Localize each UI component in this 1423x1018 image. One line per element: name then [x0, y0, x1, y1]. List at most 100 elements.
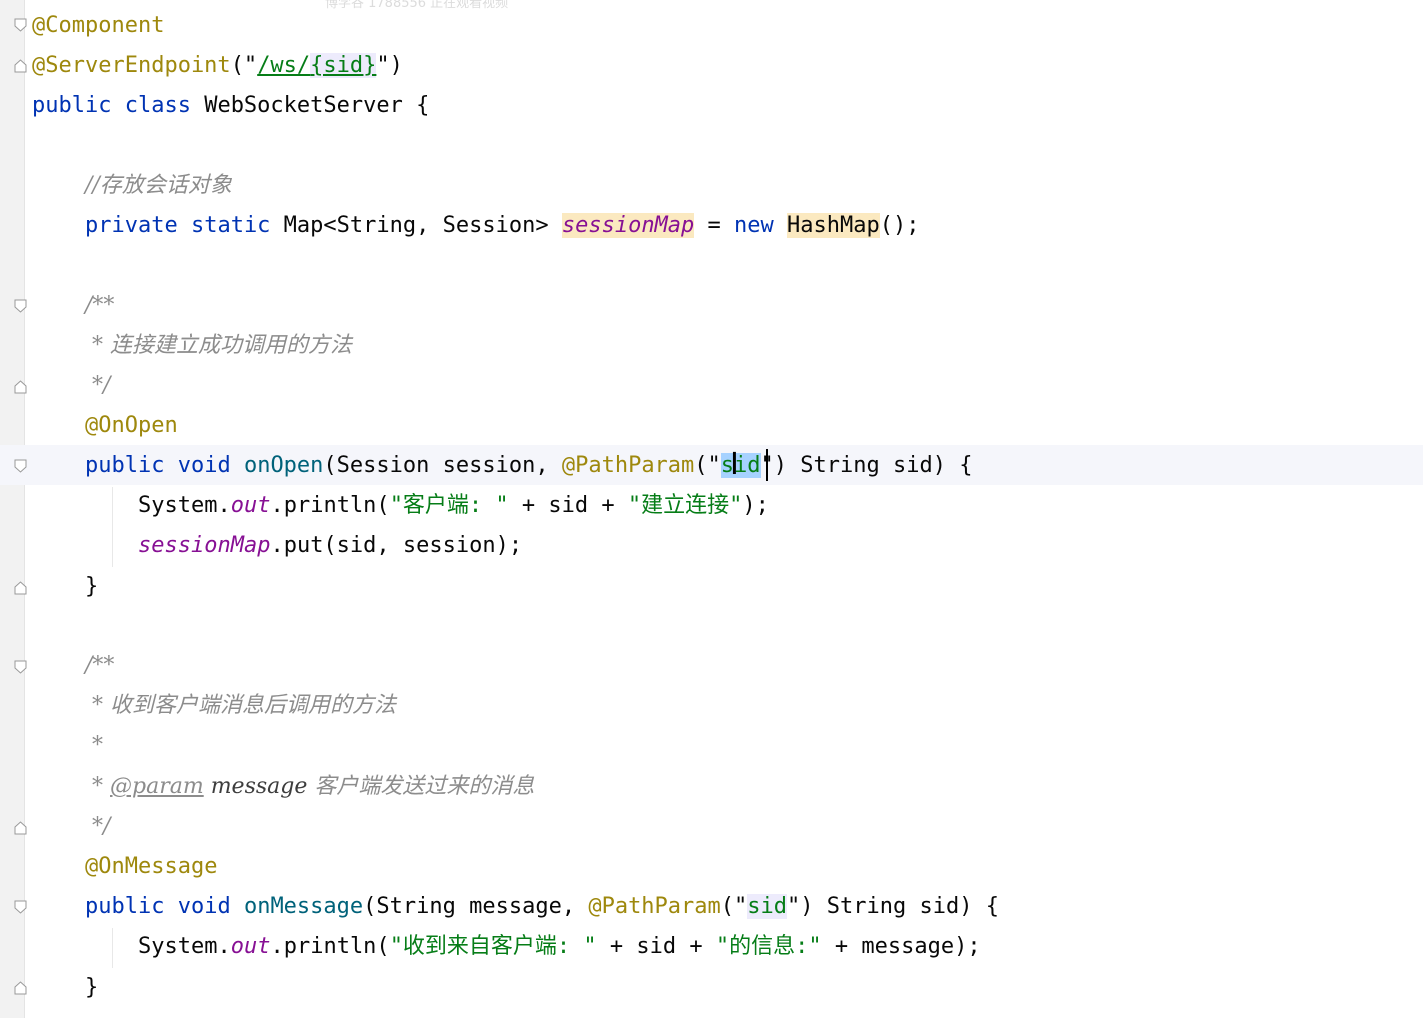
code-text: + message);: [821, 934, 981, 959]
method-name: onMessage: [230, 894, 364, 919]
text-caret: [766, 449, 768, 481]
code-line-8[interactable]: /**: [85, 286, 114, 326]
comment: 客户端发送过来的消息: [314, 774, 535, 799]
code-text: + sid +: [596, 934, 716, 959]
code-line-6[interactable]: private static Map<String, Session> sess…: [85, 206, 920, 246]
indent-guide: [112, 487, 113, 567]
code-line-10[interactable]: */: [85, 366, 110, 406]
code-text: =: [694, 213, 735, 238]
path-variable[interactable]: {sid}: [310, 53, 377, 78]
class-hashmap[interactable]: HashMap: [787, 213, 880, 238]
code-text: ();: [879, 213, 920, 238]
comment: //存放会话对象: [85, 173, 232, 198]
comment: */: [85, 814, 111, 839]
class-name: WebSocketServer {: [190, 93, 430, 118]
field-sessionmap: sessionMap: [138, 533, 271, 558]
annotation: @PathParam: [588, 894, 721, 919]
code-text: ") String sid) {: [787, 894, 999, 919]
code-line-15[interactable]: }: [85, 567, 98, 607]
string-literal: "客户端: ": [389, 493, 509, 518]
selected-text[interactable]: sid: [720, 453, 761, 478]
indent-guide: [112, 928, 113, 968]
code-line-14[interactable]: sessionMap.put(sid, session);: [138, 526, 522, 566]
code-text: .println(: [270, 493, 390, 518]
fold-expand-icon[interactable]: [14, 980, 27, 995]
fold-expand-icon[interactable]: [14, 379, 27, 394]
comment: /**: [85, 293, 115, 318]
comment: *: [85, 774, 110, 799]
url-string[interactable]: /ws/: [257, 53, 310, 78]
code-line-13[interactable]: System.out.println("客户端: " + sid + "建立连接…: [138, 486, 769, 526]
fold-expand-icon[interactable]: [14, 580, 27, 595]
code-line-9[interactable]: * 连接建立成功调用的方法: [85, 326, 352, 366]
fold-expand-icon[interactable]: [14, 820, 27, 835]
code-text: "): [376, 53, 403, 78]
string-literal: sid: [747, 894, 788, 919]
annotation: @PathParam: [561, 453, 695, 478]
code-line-19[interactable]: *: [85, 726, 103, 766]
code-text: (String message,: [363, 894, 589, 919]
code-text: .println(: [270, 934, 390, 959]
static-field: out: [230, 493, 271, 518]
code-text: (": [230, 53, 258, 78]
string-literal: "建立连接": [627, 493, 743, 518]
fold-collapse-icon[interactable]: [14, 660, 27, 675]
code-line-5[interactable]: //存放会话对象: [85, 166, 232, 206]
comment: * 收到客户端消息后调用的方法: [85, 693, 396, 718]
code-text: );: [742, 493, 769, 518]
method-name: onOpen: [230, 453, 324, 478]
fold-collapse-icon[interactable]: [14, 459, 27, 474]
code-line-2[interactable]: @ServerEndpoint("/ws/{sid}"): [32, 46, 403, 86]
code-text: + sid +: [508, 493, 628, 518]
code-text: System.: [138, 493, 231, 518]
ibeam-cursor-icon: I: [730, 447, 739, 482]
comment: */: [85, 373, 111, 398]
fold-collapse-icon[interactable]: [14, 299, 27, 314]
string-literal: "收到来自客户端: ": [389, 934, 597, 959]
code-text: Map<String, Session>: [270, 213, 562, 238]
code-text: System.: [138, 934, 231, 959]
fold-collapse-icon[interactable]: [14, 18, 27, 33]
annotation: @ServerEndpoint: [32, 53, 231, 78]
code-line-21[interactable]: */: [85, 807, 110, 847]
code-line-3[interactable]: public class WebSocketServer {: [32, 86, 429, 126]
comment: * 连接建立成功调用的方法: [85, 333, 352, 358]
keyword: private static: [85, 213, 271, 238]
comment: *: [85, 733, 103, 758]
annotation: @Component: [32, 13, 165, 38]
keyword: public void: [85, 453, 231, 478]
closing-brace: }: [85, 574, 99, 599]
code-line-20[interactable]: * @param message 客户端发送过来的消息: [85, 767, 534, 807]
code-text: (": [720, 894, 748, 919]
annotation: @OnMessage: [85, 854, 218, 879]
code-text: (": [694, 453, 721, 478]
code-line-24[interactable]: System.out.println("收到来自客户端: " + sid + "…: [138, 927, 981, 967]
field-sessionmap[interactable]: sessionMap: [561, 213, 695, 238]
code-line-1[interactable]: @Component: [32, 6, 164, 46]
comment: /**: [85, 653, 115, 678]
javadoc-param: message: [203, 774, 315, 799]
closing-brace: }: [85, 975, 99, 1000]
fold-expand-icon[interactable]: [14, 58, 27, 73]
javadoc-tag: @param: [110, 774, 204, 799]
code-text: (Session session,: [323, 453, 562, 478]
code-line-18[interactable]: * 收到客户端消息后调用的方法: [85, 686, 396, 726]
code-line-12[interactable]: public void onOpen(Session session, @Pat…: [85, 446, 972, 486]
keyword: public void: [85, 894, 231, 919]
editor-gutter: [0, 0, 25, 1018]
watermark: 博学谷 1788556 正在观看视频: [325, 0, 509, 11]
keyword: new: [734, 213, 774, 238]
code-line-25[interactable]: }: [85, 968, 98, 1008]
code-text: .put(sid, session);: [270, 533, 523, 558]
code-line-23[interactable]: public void onMessage(String message, @P…: [85, 887, 999, 927]
code-text: ") String sid) {: [760, 453, 973, 478]
static-field: out: [230, 934, 271, 959]
code-line-22[interactable]: @OnMessage: [85, 847, 217, 887]
code-line-11[interactable]: @OnOpen: [85, 406, 178, 446]
fold-collapse-icon[interactable]: [14, 900, 27, 915]
annotation: @OnOpen: [85, 413, 178, 438]
code-line-17[interactable]: /**: [85, 646, 114, 686]
string-literal: "的信息:": [715, 934, 822, 959]
keyword: public class: [32, 93, 191, 118]
